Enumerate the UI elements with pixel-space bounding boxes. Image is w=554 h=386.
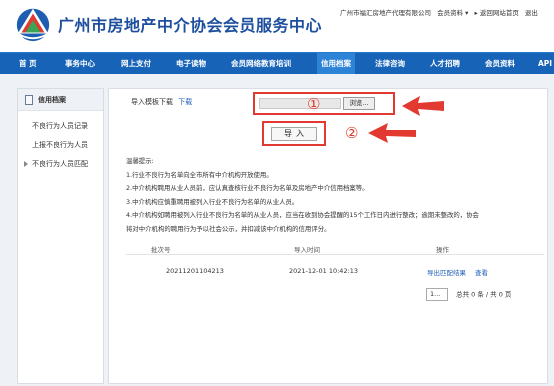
main-nav: 首 页 事务中心 网上支付 电子读物 会员网络教育培训 信用档案 法律咨询 人才… [0, 52, 554, 75]
nav-affairs[interactable]: 事务中心 [65, 53, 95, 75]
arrow-right-icon [24, 161, 28, 167]
nav-credit[interactable]: 信用档案 [317, 53, 355, 75]
template-label: 导入模板下载 [131, 98, 173, 106]
export-results-link[interactable]: 导出匹配结果 [427, 267, 466, 277]
page-input[interactable]: 1... [426, 288, 448, 301]
upload-highlight-box: 浏览... [253, 92, 395, 115]
nav-recruit[interactable]: 人才招聘 [430, 53, 460, 75]
company-name: 广州市福汇房地产代理有限公司 [340, 9, 431, 17]
batch-number: 20211201104213 [166, 267, 224, 275]
arrow-left-icon [402, 96, 444, 116]
tip-line: 4.中介机构如聘用被列入行业不良行为名单的从业人员，应当在收到协会提醒的15个工… [126, 211, 479, 219]
site-logo [16, 8, 50, 42]
sidebar-item-report[interactable]: 上报不良行为人员 [18, 136, 103, 155]
pager: 1... 总共 0 条 / 共 0 页 [426, 288, 511, 301]
table-header: 批次号 导入时间 操作 [126, 241, 544, 255]
main-panel: 导入模板下载 下载 浏览... ① 导入 ② 温馨提示: 1.行业不良行为名单向… [108, 88, 548, 384]
nav-payment[interactable]: 网上支付 [121, 53, 151, 75]
tip-line: 2.中介机构聘用从业人员前，应认真查核行业不良行为名单及房地产中介信用档案等。 [126, 184, 369, 192]
import-time: 2021-12-01 10:42:13 [289, 267, 359, 275]
template-download-link[interactable]: 下载 [178, 98, 192, 106]
file-input[interactable] [259, 98, 341, 109]
nav-legal[interactable]: 法律咨询 [375, 53, 405, 75]
nav-training[interactable]: 会员网络教育培训 [231, 53, 291, 75]
nav-api[interactable]: API [538, 53, 552, 75]
site-title: 广州市房地产中介协会会员服务中心 [58, 16, 323, 35]
pager-summary: 总共 0 条 / 共 0 页 [456, 290, 512, 299]
nav-ebooks[interactable]: 电子读物 [176, 53, 206, 75]
sidebar-item-label: 不良行为人员匹配 [32, 160, 88, 168]
top-links: 广州市福汇房地产代理有限公司 会员资料 ▾ ▸ 返回网站首页 退出 [340, 7, 542, 17]
arrow-left-icon [368, 123, 416, 143]
col-time: 导入时间 [294, 246, 320, 254]
import-highlight-box: 导入 [262, 121, 326, 146]
member-menu-link[interactable]: 会员资料 ▾ [437, 9, 468, 17]
col-actions: 操作 [436, 246, 449, 254]
home-link[interactable]: ▸ 返回网站首页 [475, 9, 519, 17]
view-link[interactable]: 查看 [475, 267, 488, 277]
browse-button[interactable]: 浏览... [343, 97, 375, 110]
document-icon [25, 95, 33, 105]
sidebar-item-records[interactable]: 不良行为人员记录 [18, 117, 103, 136]
sidebar-item-match[interactable]: 不良行为人员匹配 [18, 155, 103, 174]
tips-block: 温馨提示: 1.行业不良行为名单向全市所有中介机构开放使用。 2.中介机构聘用从… [126, 155, 536, 236]
header: 广州市房地产中介协会会员服务中心 广州市福汇房地产代理有限公司 会员资料 ▾ ▸… [0, 0, 554, 52]
tip-line: 1.行业不良行为名单向全市所有中介机构开放使用。 [126, 170, 273, 179]
sidebar-title: 信用档案 [38, 96, 66, 104]
logout-link[interactable]: 退出 [525, 9, 538, 17]
sidebar-header: 信用档案 [18, 89, 103, 111]
nav-home[interactable]: 首 页 [19, 53, 37, 75]
annotation-marker-2: ② [345, 124, 359, 142]
template-download: 导入模板下载 下载 [131, 97, 192, 107]
sidebar: 信用档案 不良行为人员记录 上报不良行为人员 不良行为人员匹配 [17, 88, 104, 384]
annotation-marker-1: ① [307, 95, 321, 113]
col-batch: 批次号 [151, 246, 171, 254]
tip-line: 3.中介机构应慎重聘用被列入行业不良行为名单的从业人员。 [126, 197, 299, 206]
tip-line: 将对中介机构的聘用行为予以社会公示，并扣减该中介机构的信用评分。 [126, 224, 331, 233]
import-button[interactable]: 导入 [271, 127, 317, 141]
nav-member-data[interactable]: 会员资料 [485, 53, 515, 75]
tips-title: 温馨提示: [126, 157, 154, 165]
table-row: 20211201104213 2021-12-01 10:42:13 导出匹配结… [126, 264, 544, 278]
